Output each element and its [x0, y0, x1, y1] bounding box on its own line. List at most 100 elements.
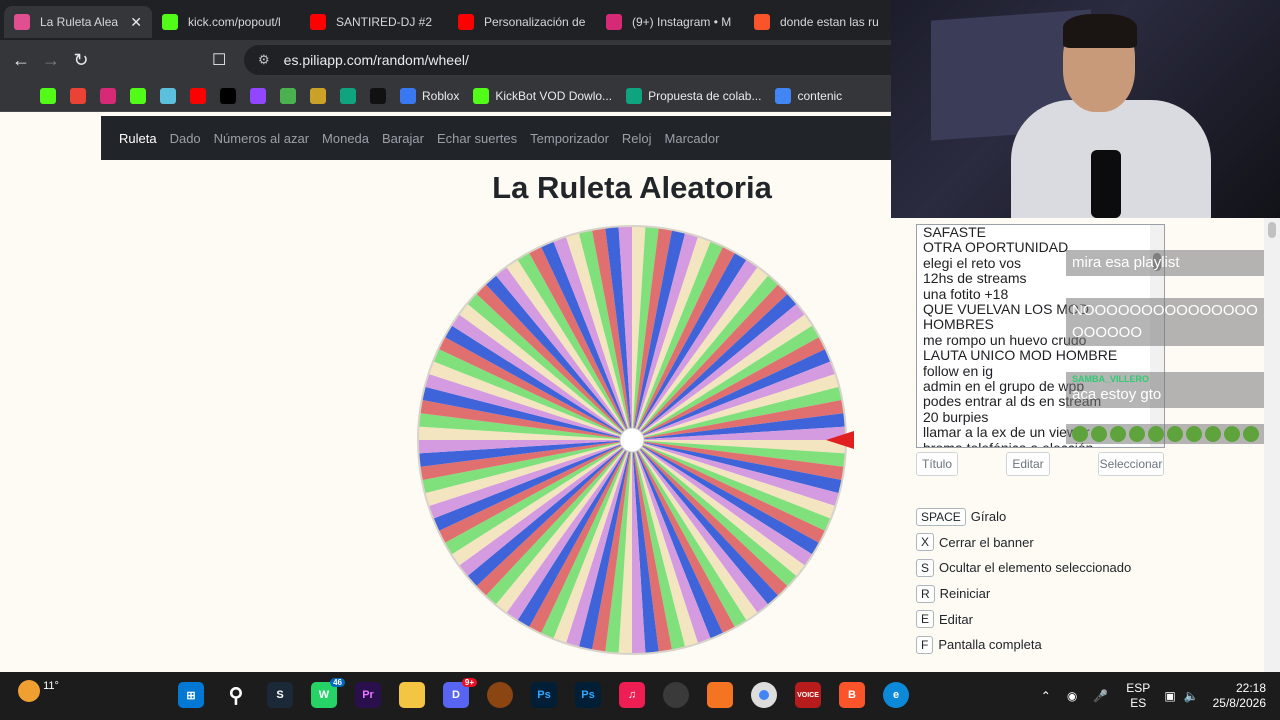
- roulette-wheel[interactable]: [414, 222, 850, 658]
- title-button[interactable]: Título: [916, 452, 958, 476]
- browser-tab[interactable]: Personalización de: [448, 6, 596, 38]
- nav-item[interactable]: Números al azar: [214, 131, 309, 146]
- obs-icon[interactable]: [663, 682, 689, 708]
- network-icon[interactable]: ▣: [1164, 689, 1175, 703]
- wheel-svg[interactable]: [414, 222, 850, 658]
- bookmark-item[interactable]: [130, 87, 146, 104]
- tray-chevron-icon[interactable]: ⌃: [1041, 689, 1051, 703]
- weather-widget[interactable]: 11°: [18, 680, 59, 702]
- chat-message: [1066, 424, 1266, 444]
- gem-icon: [160, 87, 176, 104]
- close-tab-icon[interactable]: ✕: [130, 14, 142, 31]
- nav-item[interactable]: Temporizador: [530, 131, 609, 146]
- browser-tab[interactable]: (9+) Instagram • M: [596, 6, 744, 38]
- kick-icon: [40, 87, 56, 104]
- emote-icon: [1129, 426, 1145, 442]
- nav-item[interactable]: Reloj: [622, 131, 652, 146]
- page-scrollbar-thumb[interactable]: [1268, 222, 1276, 238]
- whatsapp-icon[interactable]: W 46: [311, 678, 345, 708]
- back-button[interactable]: ←: [6, 50, 36, 71]
- brave-favicon-icon: [754, 14, 770, 30]
- photoshop-2-icon[interactable]: Ps: [575, 682, 601, 708]
- bookmark-item[interactable]: [70, 87, 86, 104]
- fl-studio-icon[interactable]: [707, 682, 733, 708]
- shortcut-key[interactable]: E: [916, 610, 935, 629]
- bookmark-item[interactable]: KickBot VOD Dowlo...: [473, 87, 612, 104]
- nav-item[interactable]: Ruleta: [119, 131, 157, 146]
- shortcut-key[interactable]: X: [916, 533, 935, 552]
- nav-item[interactable]: Barajar: [382, 131, 424, 146]
- chat-overlay: mira esa playlist NOOOOOOOOOOOOOOOOOOOOO S…: [1066, 236, 1266, 472]
- file-explorer-icon[interactable]: [399, 682, 425, 708]
- language-indicator[interactable]: ESP ES: [1126, 681, 1150, 711]
- site-info-icon[interactable]: ⚙: [258, 52, 270, 68]
- tray-app-icon[interactable]: ◉: [1067, 689, 1077, 703]
- nav-item[interactable]: Marcador: [665, 131, 720, 146]
- wheel-hub[interactable]: [619, 427, 645, 453]
- bookmark-item[interactable]: Roblox: [400, 87, 459, 104]
- steam-icon[interactable]: S: [267, 682, 293, 708]
- brave-icon[interactable]: B: [839, 682, 865, 708]
- bookmark-item[interactable]: Propuesta de colab...: [626, 87, 761, 104]
- bookmark-item[interactable]: contenic: [775, 87, 843, 104]
- bookmark-item[interactable]: [190, 87, 206, 104]
- bookmark-item[interactable]: [160, 87, 176, 104]
- bookmark-icon[interactable]: ☐: [212, 50, 226, 70]
- youtube-favicon-icon: [310, 14, 326, 30]
- nav-item[interactable]: Moneda: [322, 131, 369, 146]
- photoshop-icon[interactable]: Ps: [531, 682, 557, 708]
- volume-icon[interactable]: 🔈: [1184, 689, 1199, 703]
- reload-button[interactable]: ↻: [66, 50, 96, 71]
- bookmark-item[interactable]: [340, 87, 356, 104]
- shortcut-key[interactable]: R: [916, 584, 935, 603]
- chat-message: mira esa playlist: [1066, 250, 1266, 276]
- start-icon[interactable]: ⊞: [178, 682, 204, 708]
- discord-badge: 9+: [461, 678, 477, 687]
- bookmark-item[interactable]: [310, 87, 326, 104]
- shortcut-key[interactable]: F: [916, 635, 934, 654]
- premiere-icon[interactable]: Pr: [355, 682, 381, 708]
- browser-tab[interactable]: La Ruleta Alea ✕: [4, 6, 152, 38]
- edge-icon[interactable]: e: [883, 682, 909, 708]
- bookmark-label: contenic: [797, 88, 843, 103]
- roblox-icon: [400, 87, 416, 104]
- shortcut-key[interactable]: SPACE: [916, 507, 966, 526]
- edit-button[interactable]: Editar: [1006, 452, 1050, 476]
- taskbar: 11° ⊞ ⚲ S W 46 Pr D 9+ Ps Ps ♫ VOICE B e ⌃…: [0, 672, 1280, 720]
- shortcut-row: X Cerrar el banner: [916, 530, 1131, 556]
- bookmark-item[interactable]: [250, 87, 266, 104]
- chrome-icon[interactable]: [751, 682, 777, 708]
- game-icon[interactable]: [487, 682, 513, 708]
- bookmark-item[interactable]: [10, 87, 26, 104]
- bookmark-item[interactable]: [40, 87, 56, 104]
- page-scrollbar[interactable]: [1264, 218, 1280, 672]
- emote-icon: [1110, 426, 1126, 442]
- webcam-hair: [1063, 14, 1137, 48]
- forward-button[interactable]: →: [36, 50, 66, 71]
- shortcut-label: Editar: [939, 611, 973, 627]
- browser-tab[interactable]: kick.com/popout/l: [152, 6, 300, 38]
- clock[interactable]: 22:18 25/8/2026: [1213, 681, 1266, 711]
- weather-icon: [18, 680, 40, 702]
- bookmark-item[interactable]: [280, 87, 296, 104]
- wheel-favicon-icon: [14, 14, 30, 30]
- microphone-tray-icon[interactable]: 🎤: [1093, 689, 1108, 703]
- bookmark-item[interactable]: [370, 87, 386, 104]
- nav-item[interactable]: Echar suertes: [437, 131, 517, 146]
- bookmark-item[interactable]: [100, 87, 116, 104]
- site-nav: Ruleta Dado Números al azar Moneda Barajar Ec…: [101, 116, 891, 160]
- nav-item[interactable]: Dado: [170, 131, 201, 146]
- browser-tab[interactable]: donde estan las ru: [744, 6, 892, 38]
- shortcut-row: E Editar: [916, 606, 1131, 632]
- address-bar[interactable]: ⚙ es.piliapp.com/random/wheel/: [244, 45, 904, 75]
- tiktok-icon[interactable]: ♫: [619, 682, 645, 708]
- gmail-icon: [70, 87, 86, 104]
- browser-tab[interactable]: SANTIRED-DJ #2: [300, 6, 448, 38]
- voicemeeter-icon[interactable]: VOICE: [795, 682, 821, 708]
- bookmark-item[interactable]: [220, 87, 236, 104]
- shortcut-key[interactable]: S: [916, 558, 935, 577]
- emote-icon: [1224, 426, 1240, 442]
- language-top: ESP: [1126, 681, 1151, 695]
- search-icon[interactable]: ⚲: [223, 682, 249, 708]
- discord-icon[interactable]: D 9+: [443, 678, 477, 708]
